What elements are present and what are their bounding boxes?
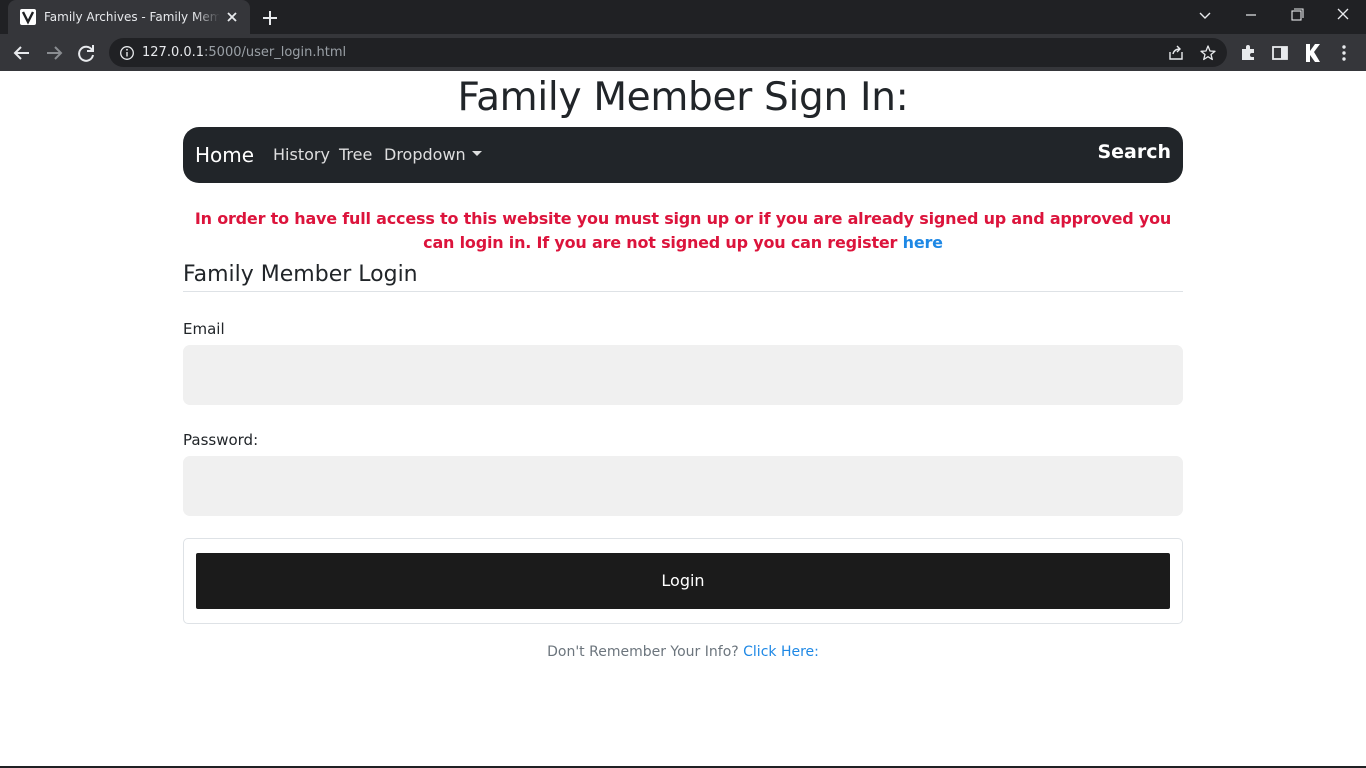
nav-dropdown-toggle[interactable]: Dropdown xyxy=(384,145,482,165)
url-text: 127.0.0.1:5000/user_login.html xyxy=(142,44,346,61)
login-section-title: Family Member Login xyxy=(183,262,418,287)
browser-tab[interactable]: Family Archives - Family Member Sign In xyxy=(8,0,250,34)
tab-search-chevron-icon[interactable] xyxy=(1182,0,1228,34)
page-title: Family Member Sign In: xyxy=(457,75,909,120)
nav-dropdown-label: Dropdown xyxy=(384,145,466,164)
browser-toolbar: 127.0.0.1:5000/user_login.html xyxy=(0,34,1366,71)
login-button-container: Login xyxy=(183,538,1183,624)
email-field[interactable] xyxy=(183,345,1183,405)
profile-k-icon[interactable] xyxy=(1299,40,1325,66)
close-window-icon[interactable] xyxy=(1320,0,1366,34)
restore-icon[interactable] xyxy=(1274,0,1320,34)
address-bar[interactable]: 127.0.0.1:5000/user_login.html xyxy=(109,38,1227,67)
reload-icon[interactable] xyxy=(73,40,99,66)
new-tab-icon[interactable] xyxy=(258,6,282,30)
url-host: 127.0.0.1 xyxy=(142,45,205,60)
nav-history-link[interactable]: History xyxy=(273,145,330,165)
nav-tree-link[interactable]: Tree xyxy=(339,145,372,165)
register-here-link[interactable]: here xyxy=(903,233,943,252)
nav-home-link[interactable]: Home xyxy=(195,142,254,168)
share-icon[interactable] xyxy=(1167,44,1185,62)
browser-tab-strip: Family Archives - Family Member Sign In xyxy=(0,0,1366,34)
forgot-text: Don't Remember Your Info? xyxy=(547,644,744,660)
password-label: Password: xyxy=(183,431,259,449)
extensions-puzzle-icon[interactable] xyxy=(1235,40,1261,66)
main-navbar: Home History Tree Dropdown Search xyxy=(183,127,1183,183)
caret-down-icon xyxy=(471,151,482,156)
browser-menu-icon[interactable] xyxy=(1331,40,1357,66)
notice-text: In order to have full access to this web… xyxy=(194,209,1172,252)
signup-notice: In order to have full access to this web… xyxy=(183,207,1183,255)
side-panel-icon[interactable] xyxy=(1267,40,1293,66)
password-field[interactable] xyxy=(183,456,1183,516)
minimize-icon[interactable] xyxy=(1228,0,1274,34)
nav-search-link[interactable]: Search xyxy=(1097,140,1171,164)
url-path: :5000/user_login.html xyxy=(204,45,347,60)
login-button[interactable]: Login xyxy=(196,553,1170,609)
tab-title: Family Archives - Family Member Sign In xyxy=(44,10,220,24)
tab-close-icon[interactable] xyxy=(222,7,242,27)
site-favicon-icon xyxy=(20,9,36,25)
site-info-icon[interactable] xyxy=(119,45,135,61)
page-content: Family Member Sign In: Home History Tree… xyxy=(0,71,1366,766)
forgot-info-line: Don't Remember Your Info? Click Here: xyxy=(0,643,1366,661)
forward-arrow-icon[interactable] xyxy=(41,40,67,66)
bookmark-star-icon[interactable] xyxy=(1199,44,1217,62)
section-divider xyxy=(183,291,1183,292)
back-arrow-icon[interactable] xyxy=(9,40,35,66)
email-label: Email xyxy=(183,320,225,338)
forgot-click-here-link[interactable]: Click Here: xyxy=(743,644,819,660)
